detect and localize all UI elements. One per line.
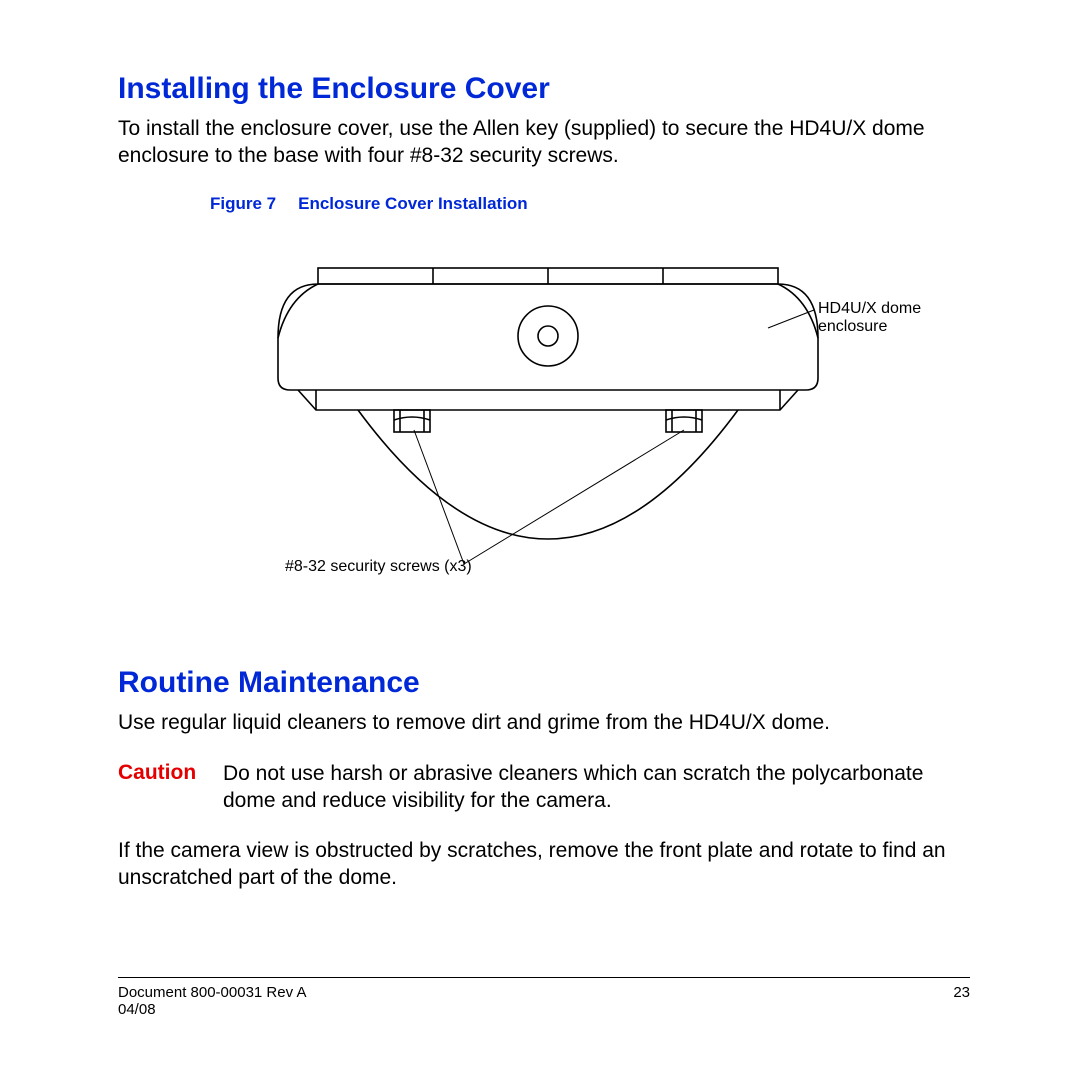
- page-footer: Document 800-00031 Rev A 23 04/08: [118, 977, 970, 1018]
- figure-caption: Figure 7 Enclosure Cover Installation: [210, 194, 970, 214]
- section-heading-maintenance: Routine Maintenance: [118, 666, 970, 700]
- caution-body: Do not use harsh or abrasive cleaners wh…: [223, 761, 970, 815]
- figure-callout-dome: HD4U/X dome enclosure: [818, 300, 928, 336]
- figure-title: Enclosure Cover Installation: [298, 194, 528, 213]
- maintenance-paragraph-2: If the camera view is obstructed by scra…: [118, 838, 970, 892]
- footer-doc-id: Document 800-00031 Rev A: [118, 984, 306, 1001]
- enclosure-diagram: [178, 238, 928, 608]
- figure-enclosure-cover: HD4U/X dome enclosure #8-32 security scr…: [178, 238, 928, 608]
- caution-label: Caution: [118, 761, 223, 815]
- footer-rule: [118, 977, 970, 978]
- section-heading-installing: Installing the Enclosure Cover: [118, 72, 970, 106]
- section1-paragraph: To install the enclosure cover, use the …: [118, 116, 970, 170]
- caution-block: Caution Do not use harsh or abrasive cle…: [118, 761, 970, 815]
- figure-number: Figure 7: [210, 194, 276, 213]
- footer-page-number: 23: [953, 984, 970, 1001]
- maintenance-paragraph-1: Use regular liquid cleaners to remove di…: [118, 710, 970, 737]
- footer-date: 04/08: [118, 1001, 970, 1018]
- figure-callout-screws: #8-32 security screws (x3): [285, 558, 472, 576]
- document-page: Installing the Enclosure Cover To instal…: [0, 0, 1080, 1080]
